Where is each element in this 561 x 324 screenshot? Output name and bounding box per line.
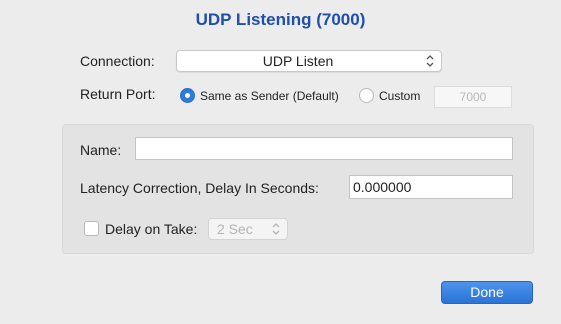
radio-same-as-sender-label: Same as Sender (Default) (200, 89, 339, 103)
delay-on-take-value: 2 Sec (217, 221, 253, 237)
radio-custom-label: Custom (379, 89, 421, 103)
delay-on-take-checkbox[interactable] (84, 221, 99, 236)
dialog-title: UDP Listening (7000) (195, 10, 366, 29)
name-label: Name: (80, 142, 122, 158)
dialog-window: UDP Listening (7000) Connection: UDP Lis… (0, 0, 561, 324)
connection-selected-value: UDP Listen (262, 53, 334, 69)
delay-on-take-select[interactable]: 2 Sec (208, 218, 288, 240)
radio-same-as-sender[interactable] (180, 88, 195, 103)
name-input[interactable] (135, 137, 513, 160)
chevron-updown-icon (425, 52, 435, 70)
done-button[interactable]: Done (441, 281, 533, 304)
latency-label: Latency Correction, Delay In Seconds: (80, 180, 319, 196)
delay-on-take-label: Delay on Take: (105, 221, 198, 237)
chevron-updown-icon (271, 220, 281, 238)
return-port-label: Return Port: (80, 86, 156, 102)
connection-select[interactable]: UDP Listen (176, 50, 442, 72)
radio-custom[interactable] (359, 88, 374, 103)
latency-input[interactable]: 0.000000 (349, 175, 513, 199)
connection-label: Connection: (80, 53, 155, 69)
custom-port-input[interactable]: 7000 (434, 86, 512, 108)
